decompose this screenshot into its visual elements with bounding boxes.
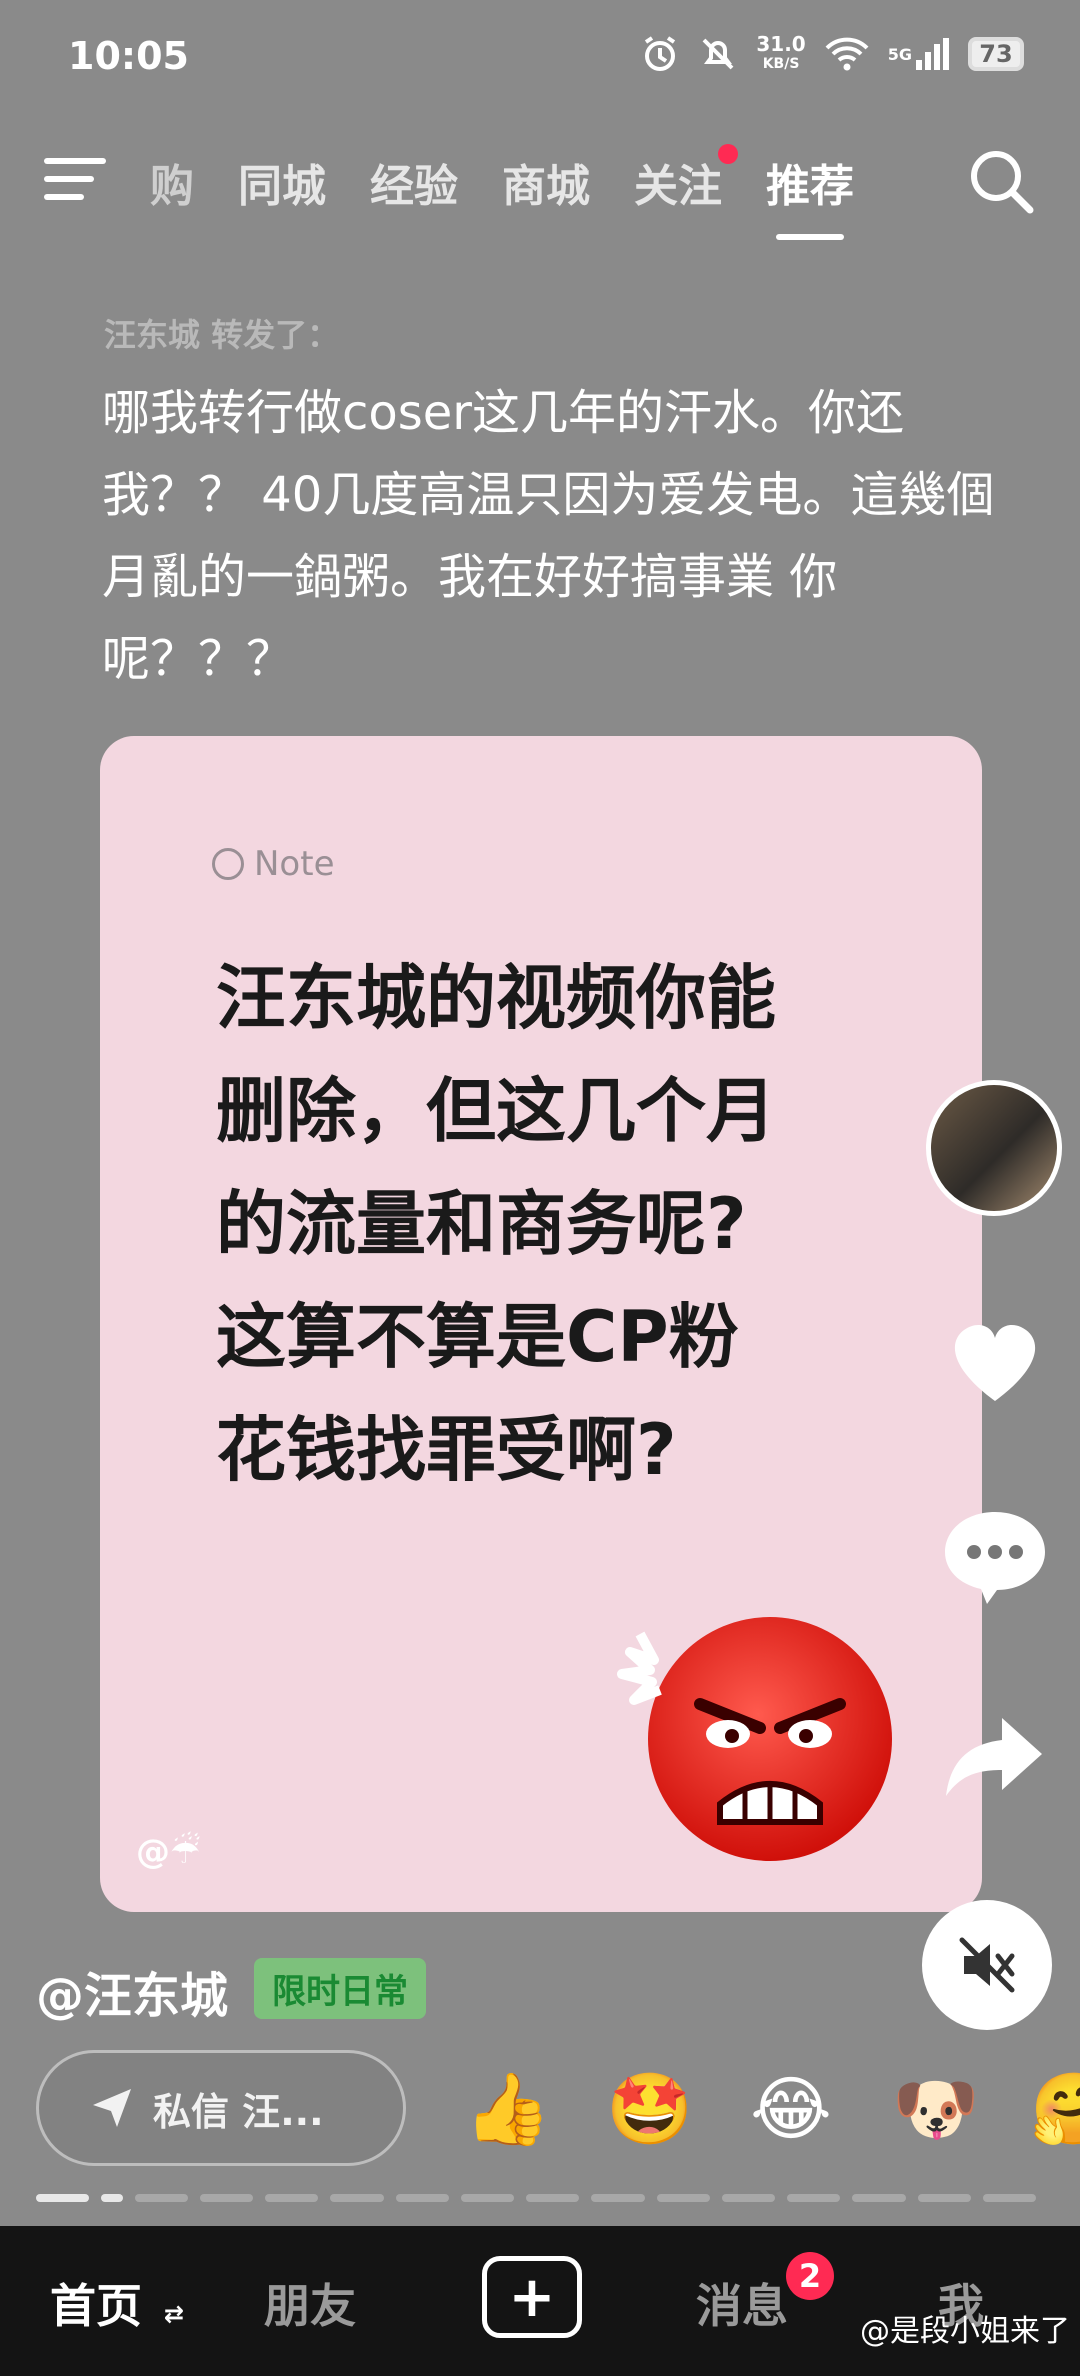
note-card-text: 汪东城的视频你能 删除，但这几个月 的流量和商务呢? 这算不算是CP粉 花钱找罪… (216, 942, 916, 1507)
reaction-dog[interactable]: 🐶 (892, 2068, 979, 2150)
net-speed-unit: KB/S (762, 56, 800, 72)
avatar[interactable] (926, 1080, 1062, 1216)
video-progress[interactable] (36, 2194, 1037, 2202)
progress-segment (917, 2194, 971, 2202)
tab-recommend[interactable]: 推荐 (766, 150, 854, 240)
like-heart-icon[interactable] (940, 1306, 1050, 1416)
speaker-muted-icon (959, 1937, 1015, 1993)
signal-icon: 5G (888, 32, 950, 76)
progress-segment (721, 2194, 776, 2202)
note-line: 花钱找罪受啊? (216, 1409, 677, 1491)
reaction-thumbs-up[interactable]: 👍 (464, 2068, 551, 2150)
plus-icon: + (508, 2264, 556, 2330)
tab-home-label: 首页 (50, 2279, 142, 2333)
tab-shop[interactable]: 购 (150, 150, 194, 214)
progress-segment (591, 2194, 645, 2202)
progress-segment (852, 2194, 906, 2202)
progress-segment (395, 2194, 449, 2202)
progress-segment (134, 2194, 188, 2202)
tab-experience[interactable]: 经验 (370, 150, 458, 214)
progress-segment (36, 2194, 90, 2202)
tab-following-label: 关注 (634, 161, 722, 212)
switch-arrows-icon: ⇄ (164, 2300, 185, 2328)
note-circle-icon (212, 848, 244, 880)
weibo-watermark: @是段小姐来了 (860, 2314, 1070, 2349)
post-caption[interactable]: 哪我转行做coser这几年的汗水。你还我？？ 40几度高温只因为爱发电。這幾個月… (102, 372, 1002, 700)
card-watermark: @☔ (136, 1832, 201, 1872)
note-label: Note (212, 844, 334, 884)
note-line: 汪东城的视频你能 (216, 957, 776, 1039)
wifi-icon (824, 32, 870, 76)
status-icons: 31.0 KB/S 5G 73 (640, 32, 1024, 76)
notification-dot (718, 144, 738, 164)
reaction-laugh-tears[interactable]: 😂 (750, 2068, 832, 2150)
progress-segment (982, 2194, 1037, 2202)
progress-segment (656, 2194, 710, 2202)
net-speed: 31.0 KB/S (756, 32, 805, 76)
tab-following[interactable]: 关注 (634, 144, 738, 214)
messages-count-badge: 2 (786, 2252, 834, 2300)
dm-label: 私信 汪... (153, 2089, 324, 2134)
create-post-button[interactable]: + (482, 2256, 582, 2338)
signal-label: 5G (887, 44, 912, 64)
alarm-icon (640, 32, 680, 76)
note-line: 这算不算是CP粉 (216, 1296, 739, 1378)
direct-message-button[interactable]: 私信 汪... (36, 2050, 406, 2166)
angry-face-icon (617, 1617, 892, 1861)
note-line: 的流量和商务呢? (216, 1183, 747, 1265)
reaction-more[interactable]: 🤗 (1030, 2068, 1080, 2150)
bottom-navigation: 首页 ⇄ 朋友 + 消息 2 我 @是段小姐来了 (0, 2226, 1080, 2376)
mute-bell-icon (698, 32, 738, 76)
menu-icon[interactable] (44, 154, 106, 204)
net-speed-value: 31.0 (756, 32, 806, 56)
progress-segment (265, 2194, 319, 2202)
status-time: 10:05 (68, 34, 189, 78)
tab-nearby[interactable]: 同城 (238, 150, 326, 214)
comment-icon[interactable] (940, 1500, 1050, 1610)
progress-segment (199, 2194, 254, 2202)
search-icon[interactable] (966, 146, 1036, 216)
tab-home[interactable]: 首页 ⇄ (50, 2270, 184, 2336)
tab-messages[interactable]: 消息 (696, 2270, 788, 2336)
note-line: 删除，但这几个月 (216, 1070, 776, 1152)
author-handle[interactable]: @汪东城 (36, 1956, 228, 2026)
tab-friends[interactable]: 朋友 (264, 2270, 356, 2336)
share-icon[interactable] (940, 1700, 1050, 1810)
progress-segment (330, 2194, 384, 2202)
battery-indicator: 73 (968, 37, 1024, 71)
note-card[interactable]: Note 汪东城的视频你能 删除，但这几个月 的流量和商务呢? 这算不算是CP粉… (100, 736, 982, 1912)
reaction-star-eyes[interactable]: 🤩 (606, 2068, 693, 2150)
top-navigation: 购 同城 经验 商城 关注 推荐 (0, 140, 1080, 240)
feed-tabs: 购 同城 经验 商城 关注 推荐 (150, 144, 854, 240)
progress-segment (460, 2194, 515, 2202)
status-badge[interactable]: 限时日常 (254, 1958, 426, 2019)
note-label-text: Note (254, 844, 335, 884)
repost-line: 汪东城 转发了： (104, 316, 340, 354)
mute-button[interactable] (922, 1900, 1052, 2030)
tab-mall[interactable]: 商城 (502, 150, 590, 214)
progress-segment (101, 2194, 123, 2202)
send-arrow-icon (93, 2089, 131, 2127)
progress-segment (526, 2194, 580, 2202)
status-bar: 10:05 31.0 KB/S 5G 73 (0, 0, 1080, 110)
progress-segment (787, 2194, 841, 2202)
